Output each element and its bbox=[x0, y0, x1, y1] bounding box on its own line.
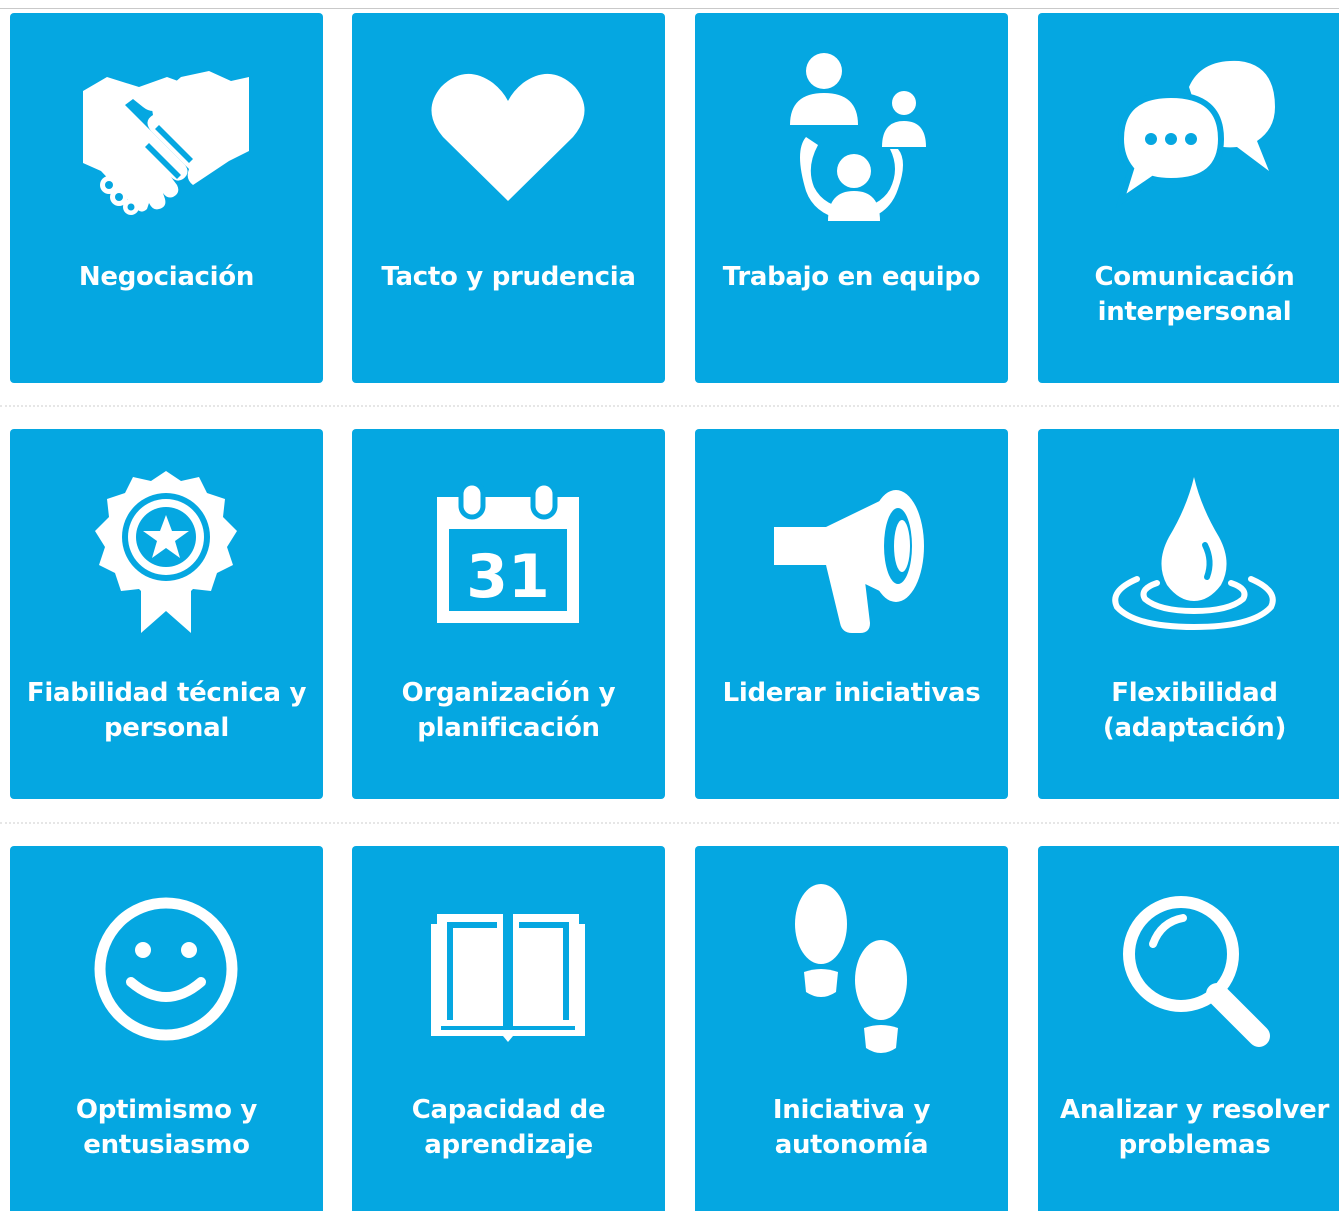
water-drop-icon bbox=[1038, 429, 1339, 669]
footprints-icon bbox=[695, 846, 1008, 1086]
tile-negociacion[interactable]: Negociación bbox=[10, 13, 323, 383]
team-icon bbox=[695, 13, 1008, 253]
tile-trabajo-en-equipo[interactable]: Trabajo en equipo bbox=[695, 13, 1008, 383]
tile-label: Iniciativa y autonomía bbox=[772, 1095, 931, 1160]
award-badge-icon bbox=[10, 429, 323, 669]
tile-label: Flexibilidad (adaptación) bbox=[1102, 678, 1287, 743]
tile-organizacion[interactable]: 31 Organización y planificación bbox=[352, 429, 665, 799]
tile-comunicacion-interpersonal[interactable]: Comunicación interpersonal bbox=[1038, 13, 1339, 383]
tile-label: Trabajo en equipo bbox=[722, 262, 981, 292]
tile-iniciativa-autonomia[interactable]: Iniciativa y autonomía bbox=[695, 846, 1008, 1211]
tile-tacto-y-prudencia[interactable]: Tacto y prudencia bbox=[352, 13, 665, 383]
handshake-icon bbox=[10, 13, 323, 253]
magnifier-icon bbox=[1038, 846, 1339, 1086]
tile-optimismo[interactable]: Optimismo y entusiasmo bbox=[10, 846, 323, 1211]
calendar-day: 31 bbox=[466, 542, 550, 612]
tile-flexibilidad[interactable]: Flexibilidad (adaptación) bbox=[1038, 429, 1339, 799]
competencies-page: Negociación Tacto y prudencia Trabajo en… bbox=[0, 0, 1339, 1211]
tile-fiabilidad[interactable]: Fiabilidad técnica y personal bbox=[10, 429, 323, 799]
tile-label: Tacto y prudencia bbox=[381, 262, 636, 292]
tile-analizar-resolver[interactable]: Analizar y resolver problemas bbox=[1038, 846, 1339, 1211]
tile-label: Optimismo y entusiasmo bbox=[75, 1095, 258, 1160]
tile-liderar-iniciativas[interactable]: Liderar iniciativas bbox=[695, 429, 1008, 799]
calendar-icon: 31 bbox=[352, 429, 665, 669]
tile-label: Negociación bbox=[78, 262, 255, 292]
row-divider bbox=[0, 822, 1339, 824]
row-divider bbox=[0, 405, 1339, 407]
tile-label: Liderar iniciativas bbox=[722, 678, 981, 708]
tile-capacidad-aprendizaje[interactable]: Capacidad de aprendizaje bbox=[352, 846, 665, 1211]
heart-icon bbox=[352, 13, 665, 253]
tile-label: Comunicación interpersonal bbox=[1094, 262, 1295, 327]
chat-bubbles-icon bbox=[1038, 13, 1339, 253]
open-book-icon bbox=[352, 846, 665, 1086]
tile-label: Analizar y resolver problemas bbox=[1060, 1095, 1329, 1160]
tile-label: Organización y planificación bbox=[401, 678, 616, 743]
top-divider bbox=[0, 8, 1339, 9]
megaphone-icon bbox=[695, 429, 1008, 669]
tile-label: Fiabilidad técnica y personal bbox=[26, 678, 307, 743]
smiley-icon bbox=[10, 846, 323, 1086]
tile-label: Capacidad de aprendizaje bbox=[411, 1095, 606, 1160]
